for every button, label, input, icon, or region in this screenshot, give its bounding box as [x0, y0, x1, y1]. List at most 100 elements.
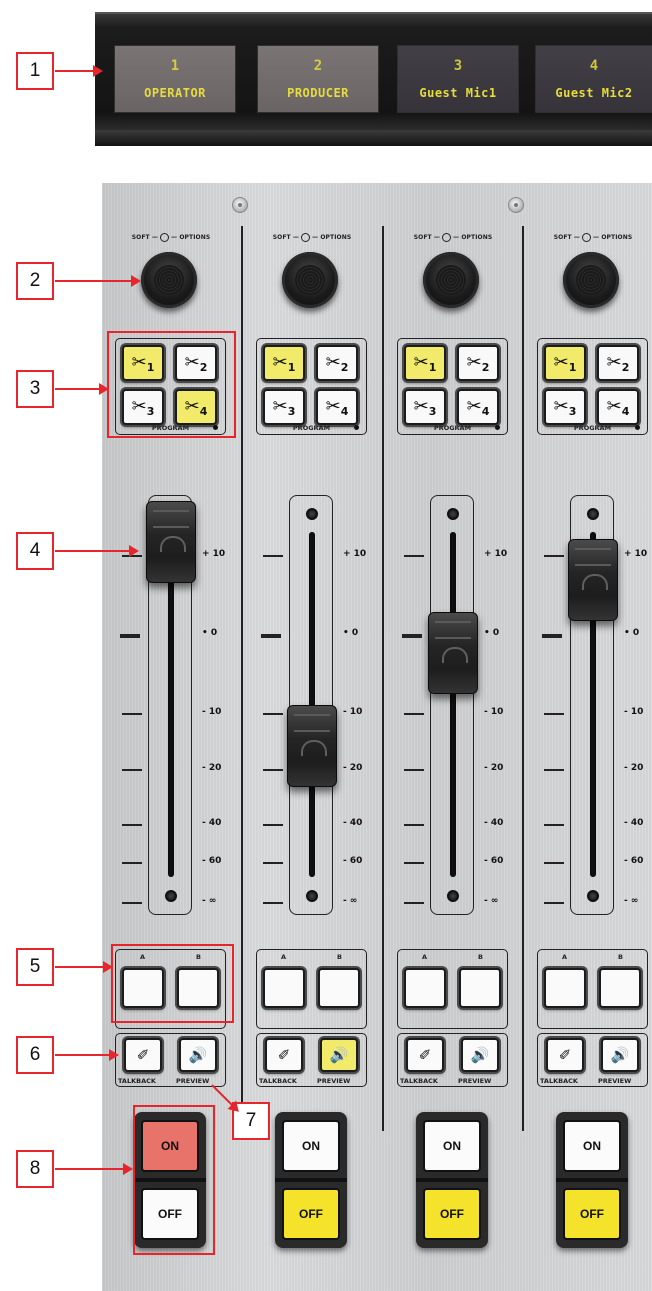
scale-label: - ∞: [484, 896, 499, 906]
channel-display-2: 2 PRODUCER: [257, 45, 379, 113]
scale-mark: [263, 902, 283, 904]
scale-mark: [263, 862, 283, 864]
display-number: 3: [453, 58, 463, 74]
fader-knob[interactable]: [428, 612, 478, 694]
scale-mark: [263, 555, 283, 557]
program-buttons: ✂1 ✂2 ✂3 ✂4 PROGRAM: [256, 338, 367, 435]
fader[interactable]: [568, 495, 618, 915]
b-button[interactable]: [599, 968, 641, 1008]
program-icon: ✂: [553, 352, 569, 373]
program-icon: ✂: [272, 396, 288, 417]
fader[interactable]: [146, 495, 196, 915]
b-button[interactable]: [318, 968, 360, 1008]
program-icon: ✂: [553, 396, 569, 417]
off-button[interactable]: OFF: [282, 1188, 340, 1240]
scale-mark: [404, 555, 424, 557]
scale-mark: [544, 769, 564, 771]
preview-button[interactable]: 🔊: [461, 1038, 499, 1072]
fader-track-cap: [306, 508, 318, 520]
talkback-label: TALKBACK: [400, 1077, 438, 1085]
scale-label: - 10: [343, 707, 363, 717]
fader-knob[interactable]: [568, 539, 618, 621]
ab-buttons: AB: [397, 949, 508, 1029]
on-button[interactable]: ON: [282, 1120, 340, 1172]
scale-label: • 0: [484, 628, 500, 638]
callout-arrow: [55, 545, 139, 557]
preview-button[interactable]: 🔊: [179, 1038, 217, 1072]
callout-3: 3: [16, 370, 54, 408]
speaker-icon: 🔊: [470, 1046, 490, 1064]
program-icon: ✂: [325, 396, 341, 417]
off-button[interactable]: OFF: [423, 1188, 481, 1240]
program-button-1[interactable]: ✂1: [404, 345, 446, 381]
program-button-3[interactable]: ✂3: [263, 389, 305, 425]
fader-knob[interactable]: [146, 501, 196, 583]
scale-mark: [122, 713, 142, 715]
preview-label: PREVIEW: [176, 1077, 210, 1085]
talkback-button[interactable]: ✐: [406, 1038, 444, 1072]
scale-label: • 0: [624, 628, 640, 638]
scale-mark: [402, 634, 422, 638]
preview-button[interactable]: 🔊: [320, 1038, 358, 1072]
a-button[interactable]: [544, 968, 586, 1008]
soft-options-knob[interactable]: [423, 252, 479, 308]
scale-label: - 20: [484, 763, 504, 773]
callout-4: 4: [16, 532, 54, 570]
program-button-2[interactable]: ✂2: [457, 345, 499, 381]
program-button-2[interactable]: ✂2: [316, 345, 358, 381]
program-button-3[interactable]: ✂3: [544, 389, 586, 425]
off-button[interactable]: OFF: [563, 1188, 621, 1240]
scale-mark: [544, 713, 564, 715]
on-button[interactable]: ON: [423, 1120, 481, 1172]
display-number: 4: [589, 58, 599, 74]
scale-label: + 10: [343, 549, 367, 559]
microphone-icon: ✐: [136, 1046, 150, 1064]
talkback-button[interactable]: ✐: [124, 1038, 162, 1072]
soft-options-label: SOFT — — OPTIONS: [553, 233, 633, 242]
a-button[interactable]: [404, 968, 446, 1008]
program-icon: ✂: [272, 352, 288, 373]
talkback-preview-buttons: ✐ 🔊 TALKBACK PREVIEW: [256, 1033, 367, 1087]
scale-label: - ∞: [624, 896, 639, 906]
program-indicator: [354, 425, 359, 430]
program-button-4[interactable]: ✂4: [316, 389, 358, 425]
soft-options-knob[interactable]: [141, 252, 197, 308]
program-button-4[interactable]: ✂4: [457, 389, 499, 425]
b-button[interactable]: [459, 968, 501, 1008]
talkback-preview-buttons: ✐ 🔊 TALKBACK PREVIEW: [397, 1033, 508, 1087]
a-label: A: [422, 953, 428, 961]
callout-arrow: [55, 961, 113, 973]
b-label: B: [337, 953, 342, 961]
on-button[interactable]: ON: [563, 1120, 621, 1172]
callout-8: 8: [16, 1150, 54, 1188]
scale-label: + 10: [624, 549, 648, 559]
program-button-1[interactable]: ✂1: [263, 345, 305, 381]
preview-button[interactable]: 🔊: [601, 1038, 639, 1072]
program-label: PROGRAM: [433, 424, 472, 432]
program-button-3[interactable]: ✂3: [404, 389, 446, 425]
scale-mark: [404, 902, 424, 904]
talkback-button[interactable]: ✐: [546, 1038, 584, 1072]
program-icon: ✂: [466, 396, 482, 417]
fader-knob[interactable]: [287, 705, 337, 787]
program-button-1[interactable]: ✂1: [544, 345, 586, 381]
channel-display-3: 3 Guest Mic1: [397, 45, 519, 113]
callout-2: 2: [16, 262, 54, 300]
program-label: PROGRAM: [573, 424, 612, 432]
callout-arrow: [55, 1163, 133, 1175]
scale-mark: [120, 634, 140, 638]
scale-mark: [544, 902, 564, 904]
program-button-2[interactable]: ✂2: [597, 345, 639, 381]
program-button-4[interactable]: ✂4: [597, 389, 639, 425]
fader[interactable]: [428, 495, 478, 915]
a-button[interactable]: [263, 968, 305, 1008]
soft-options-knob[interactable]: [563, 252, 619, 308]
fader[interactable]: [287, 495, 337, 915]
soft-options-label: SOFT — — OPTIONS: [131, 233, 211, 242]
talkback-button[interactable]: ✐: [265, 1038, 303, 1072]
fader-track-cap: [165, 890, 177, 902]
channel-strip-3: SOFT — — OPTIONS ✂1 ✂2 ✂3 ✂4 PROGRAM + 10 • 0 - 1…: [384, 183, 522, 1291]
program-indicator: [495, 425, 500, 430]
soft-options-knob[interactable]: [282, 252, 338, 308]
scale-label: - 60: [343, 856, 363, 866]
